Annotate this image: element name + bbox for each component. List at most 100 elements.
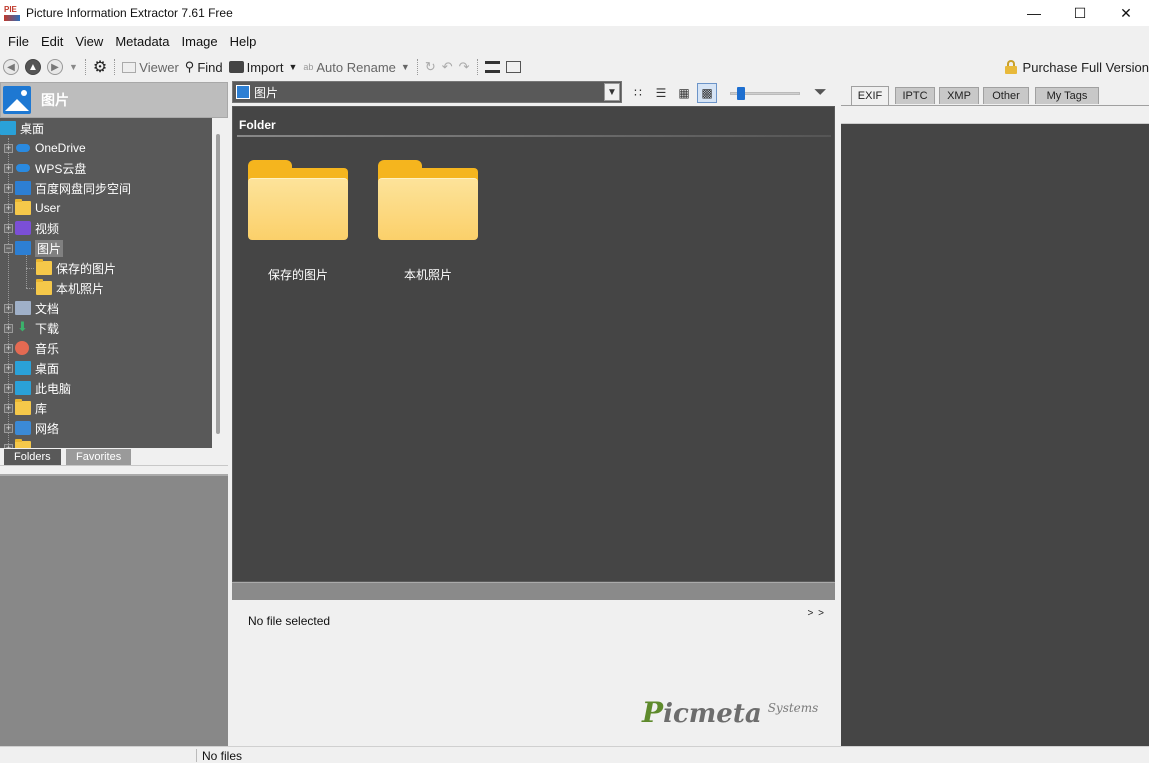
settings-button[interactable]: ⚙ bbox=[90, 56, 110, 78]
view-details-button[interactable]: ▦ bbox=[674, 83, 694, 103]
rotate-left-button[interactable]: ↶ bbox=[439, 56, 456, 78]
cloud-icon bbox=[15, 161, 31, 175]
chevron-down-icon: ▼ bbox=[69, 62, 78, 72]
folder-icon bbox=[36, 259, 52, 275]
expand-toggle[interactable]: + bbox=[4, 403, 13, 413]
chevron-down-icon[interactable]: ▼ bbox=[604, 83, 620, 101]
expand-toggle[interactable]: + bbox=[4, 183, 13, 193]
tree-item-baidu-sync[interactable]: + 百度网盘同步空间 bbox=[4, 178, 131, 198]
expand-toggle[interactable]: + bbox=[4, 223, 13, 233]
tree-item-desktop-root[interactable]: 桌面 bbox=[0, 118, 44, 138]
camera-icon bbox=[228, 61, 244, 73]
menu-edit[interactable]: Edit bbox=[35, 34, 69, 49]
metadata-pane bbox=[841, 124, 1149, 746]
import-button[interactable]: Import ▼ bbox=[226, 56, 301, 78]
folder-tree[interactable]: 桌面 + OneDrive + WPS云盘 + 百度网盘同步空间 + User … bbox=[0, 118, 212, 448]
maximize-button[interactable]: ☐ bbox=[1057, 0, 1103, 26]
folder-icon bbox=[15, 199, 31, 215]
tab-xmp[interactable]: XMP bbox=[939, 87, 979, 104]
rotate-button[interactable]: ↻ bbox=[422, 56, 439, 78]
tree-item-user[interactable]: + User bbox=[4, 198, 60, 218]
no-file-text: No file selected bbox=[248, 614, 331, 628]
back-button[interactable]: ◀ bbox=[0, 56, 22, 78]
thumbnail-size-slider[interactable] bbox=[730, 87, 800, 100]
tree-item-saved-pictures[interactable]: 保存的图片 bbox=[36, 258, 116, 278]
tree-item-documents[interactable]: + 文档 bbox=[4, 298, 59, 318]
minimize-button[interactable]: — bbox=[1011, 0, 1057, 26]
expand-toggle[interactable]: + bbox=[4, 303, 13, 313]
tree-item-pictures[interactable]: − 图片 bbox=[4, 238, 64, 258]
collapse-toggle[interactable]: − bbox=[4, 243, 13, 253]
menu-image[interactable]: Image bbox=[176, 34, 224, 49]
tab-my-tags[interactable]: My Tags bbox=[1035, 87, 1099, 104]
view-icons-button[interactable]: ∷ bbox=[628, 83, 648, 103]
folder-thumbnail[interactable]: 保存的图片 bbox=[243, 160, 353, 283]
rotate-right-button[interactable]: ↷ bbox=[456, 56, 473, 78]
thumbnails-icon: ▩ bbox=[701, 86, 713, 100]
tree-item-videos[interactable]: + 视频 bbox=[4, 218, 59, 238]
tree-item-camera-roll[interactable]: 本机照片 bbox=[36, 278, 104, 298]
tree-item-label: 桌面 bbox=[35, 361, 60, 376]
pictures-icon bbox=[236, 85, 250, 99]
tree-item-partial[interactable]: + bbox=[4, 438, 35, 448]
tab-other[interactable]: Other bbox=[983, 87, 1029, 104]
expand-toggle[interactable]: + bbox=[4, 383, 13, 393]
viewer-button[interactable]: Viewer bbox=[119, 56, 182, 78]
expand-toggle[interactable]: + bbox=[4, 323, 13, 333]
purchase-button[interactable]: Purchase Full Version bbox=[1004, 55, 1149, 79]
history-dropdown[interactable]: ▼ bbox=[66, 56, 81, 78]
slider-knob[interactable] bbox=[737, 87, 745, 100]
up-arrow-icon: ▲ bbox=[25, 59, 41, 75]
tree-item-music[interactable]: + 音乐 bbox=[4, 338, 59, 358]
view-thumbnails-button[interactable]: ▩ bbox=[697, 83, 717, 103]
expand-toggle[interactable]: + bbox=[4, 423, 13, 433]
tab-favorites[interactable]: Favorites bbox=[66, 449, 132, 465]
scrollbar-thumb[interactable] bbox=[216, 134, 220, 434]
forward-arrow-icon: ▶ bbox=[47, 59, 63, 75]
tab-folders[interactable]: Folders bbox=[4, 449, 61, 465]
tree-item-label: 保存的图片 bbox=[56, 261, 117, 276]
tree-item-libraries[interactable]: + 库 bbox=[4, 398, 47, 418]
tree-scrollbar[interactable] bbox=[212, 118, 226, 448]
expand-toggle[interactable]: + bbox=[4, 343, 13, 353]
tab-exif[interactable]: EXIF bbox=[851, 86, 889, 105]
magnifier-icon: ⚲ bbox=[184, 59, 195, 74]
menu-file[interactable]: File bbox=[2, 34, 35, 49]
tree-item-onedrive[interactable]: + OneDrive bbox=[4, 138, 86, 158]
tree-item-wps-cloud[interactable]: + WPS云盘 bbox=[4, 158, 86, 178]
filter-icon[interactable]: ⏷ bbox=[814, 84, 827, 102]
view-list-button[interactable]: ☰ bbox=[651, 83, 671, 103]
folder-thumbnail[interactable]: 本机照片 bbox=[373, 160, 483, 283]
chevron-down-icon: ▼ bbox=[288, 62, 298, 72]
expand-toggle[interactable]: + bbox=[4, 143, 13, 153]
chevron-down-icon: ▼ bbox=[400, 62, 410, 72]
up-button[interactable]: ▲ bbox=[22, 56, 44, 78]
expand-toggle[interactable]: + bbox=[4, 363, 13, 373]
find-button[interactable]: ⚲ Find bbox=[182, 56, 226, 78]
expand-toggle[interactable]: + bbox=[4, 203, 13, 213]
tree-item-network[interactable]: + 网络 bbox=[4, 418, 59, 438]
auto-rename-button[interactable]: ab Auto Rename ▼ bbox=[300, 56, 412, 78]
file-browser[interactable]: Folder 保存的图片 本机照片 bbox=[232, 106, 835, 582]
layout-button[interactable] bbox=[503, 56, 524, 78]
tree-item-desktop[interactable]: + 桌面 bbox=[4, 358, 59, 378]
tree-item-label: User bbox=[35, 201, 61, 215]
horizontal-splitter[interactable] bbox=[232, 582, 835, 600]
tree-item-downloads[interactable]: + 下载 bbox=[4, 318, 59, 338]
folder-icon bbox=[36, 279, 52, 295]
filmstrip-button[interactable] bbox=[482, 56, 503, 78]
video-icon bbox=[15, 221, 31, 235]
close-button[interactable]: ✕ bbox=[1103, 0, 1149, 26]
menu-help[interactable]: Help bbox=[224, 34, 263, 49]
rotate-icon: ↻ bbox=[424, 59, 436, 74]
status-text: No files bbox=[202, 749, 243, 763]
expand-button[interactable]: > > bbox=[808, 608, 825, 619]
menu-metadata[interactable]: Metadata bbox=[109, 34, 175, 49]
tree-item-this-pc[interactable]: + 此电脑 bbox=[4, 378, 71, 398]
tab-iptc[interactable]: IPTC bbox=[895, 87, 935, 104]
forward-button[interactable]: ▶ bbox=[44, 56, 66, 78]
expand-toggle[interactable]: + bbox=[4, 163, 13, 173]
back-arrow-icon: ◀ bbox=[3, 59, 19, 75]
menu-view[interactable]: View bbox=[69, 34, 109, 49]
address-combobox[interactable]: 图片 ▼ bbox=[232, 81, 622, 103]
